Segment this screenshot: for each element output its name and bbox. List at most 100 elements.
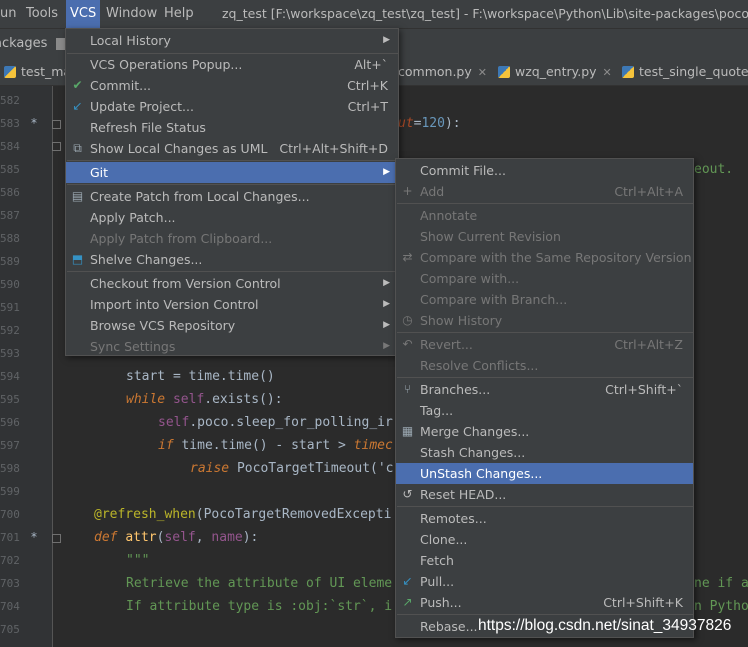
menu-item-import-vcs[interactable]: Import into Version Control ▶: [66, 294, 398, 315]
tab-label: wzq_entry.py: [515, 64, 597, 79]
menu-help[interactable]: Help: [160, 0, 198, 28]
menu-vcs[interactable]: VCS: [66, 0, 101, 28]
menu-item-shortcut: Ctrl+Alt+A: [614, 184, 683, 199]
menu-item-stash-changes[interactable]: Stash Changes...: [396, 442, 693, 463]
fold-icon[interactable]: [52, 120, 61, 129]
code-line-595[interactable]: while self.exists():: [126, 392, 283, 407]
menu-item-label: Refresh File Status: [90, 120, 206, 135]
code-token: .exists():: [204, 392, 283, 407]
fold-icon[interactable]: [52, 534, 61, 543]
code-line-598[interactable]: raise PocoTargetTimeout('c: [190, 461, 394, 476]
menu-separator: [397, 506, 694, 507]
code-line-585[interactable]: eout.: [694, 162, 733, 177]
code-token: self: [158, 415, 190, 430]
tab-wzq-entry[interactable]: wzq_entry.py ✕: [498, 58, 612, 86]
menu-item-refresh-file-status[interactable]: Refresh File Status: [66, 117, 398, 138]
menu-item-show-local-changes-uml[interactable]: ⧉ Show Local Changes as UML Ctrl+Alt+Shift…: [66, 138, 398, 159]
code-line-703[interactable]: Retrieve the attribute of UI eleme: [126, 576, 392, 591]
menu-item-merge-changes[interactable]: ▦ Merge Changes...: [396, 421, 693, 442]
menu-item-tag[interactable]: Tag...: [396, 400, 693, 421]
code-line-700[interactable]: @refresh_when(PocoTargetRemovedExcepti: [94, 507, 391, 522]
menu-tools[interactable]: Tools: [22, 0, 62, 28]
code-line-704-tail[interactable]: n Pytho: [694, 599, 748, 614]
menu-item-label: Browse VCS Repository: [90, 318, 236, 333]
code-token: ut: [398, 116, 414, 131]
code-line-594[interactable]: start = time.time(): [126, 369, 275, 384]
menu-item-shortcut: Ctrl+Shift+`: [605, 382, 683, 397]
code-line-704[interactable]: If attribute type is :obj:`str`, i: [126, 599, 392, 614]
tab-test-ma[interactable]: test_ma: [4, 58, 71, 86]
submenu-arrow-icon: ▶: [383, 35, 390, 45]
menu-item-label: Reset HEAD...: [420, 487, 507, 502]
menu-item-clone[interactable]: Clone...: [396, 529, 693, 550]
modified-marker: *: [31, 116, 37, 130]
submenu-arrow-icon: ▶: [383, 278, 390, 288]
menu-item-shelve-changes[interactable]: ⬒ Shelve Changes...: [66, 249, 398, 270]
menu-item-label: Stash Changes...: [420, 445, 526, 460]
code-token: ):: [242, 530, 259, 545]
line-number: 704: [0, 600, 20, 613]
tab-test-single-quote[interactable]: test_single_quote.p: [622, 58, 748, 86]
code-line-701[interactable]: def attr(self, name):: [94, 530, 258, 545]
menu-item-browse-vcs-repository[interactable]: Browse VCS Repository ▶: [66, 315, 398, 336]
menu-item-push[interactable]: ↗ Push... Ctrl+Shift+K: [396, 592, 693, 613]
menu-item-compare-with: Compare with...: [396, 268, 693, 289]
code-line-703-tail[interactable]: ne if a: [694, 576, 748, 591]
menu-item-label: Pull...: [420, 574, 455, 589]
menu-item-checkout[interactable]: Checkout from Version Control ▶: [66, 273, 398, 294]
tab-common-py[interactable]: common.py ✕: [398, 58, 487, 86]
menu-item-label: Local History: [90, 33, 171, 48]
menu-item-label: Shelve Changes...: [90, 252, 203, 267]
menu-item-commit[interactable]: ✔ Commit... Ctrl+K: [66, 75, 398, 96]
code-line-596[interactable]: self.poco.sleep_for_polling_ir: [158, 415, 393, 430]
menu-separator: [397, 203, 694, 204]
code-line-702[interactable]: """: [126, 553, 149, 568]
code-token: if: [158, 438, 182, 453]
line-number: 597: [0, 439, 20, 452]
update-arrow-icon: ↙: [72, 99, 83, 113]
menu-item-git[interactable]: Git ▶: [66, 162, 398, 183]
breadcrumb[interactable]: ackages: [0, 29, 47, 58]
menu-item-shortcut: Ctrl+T: [347, 99, 388, 114]
menu-item-show-history: ◷ Show History: [396, 310, 693, 331]
menu-item-fetch[interactable]: Fetch: [396, 550, 693, 571]
code-token: ):: [444, 116, 461, 131]
menu-item-unstash-changes[interactable]: UnStash Changes...: [396, 463, 693, 484]
menu-run[interactable]: un: [0, 0, 20, 28]
menu-item-local-history[interactable]: Local History ▶: [66, 30, 398, 51]
close-icon[interactable]: ✕: [478, 66, 487, 79]
menu-item-shortcut: Ctrl+K: [347, 78, 388, 93]
menu-item-apply-patch[interactable]: Apply Patch...: [66, 207, 398, 228]
code-token: time: [227, 369, 260, 384]
code-line-597[interactable]: if time.time() - start > timec: [158, 438, 393, 453]
line-number: 591: [0, 301, 20, 314]
line-number: 582: [0, 94, 20, 107]
menu-item-reset-head[interactable]: ↺ Reset HEAD...: [396, 484, 693, 505]
line-number: 700: [0, 508, 20, 521]
menu-item-vcs-operations-popup[interactable]: VCS Operations Popup... Alt+`: [66, 54, 398, 75]
fold-icon[interactable]: [52, 142, 61, 151]
menu-item-branches[interactable]: ⑂ Branches... Ctrl+Shift+`: [396, 379, 693, 400]
menu-item-commit-file[interactable]: Commit File...: [396, 160, 693, 181]
menu-item-compare-with-branch: Compare with Branch...: [396, 289, 693, 310]
menu-item-show-current-revision: Show Current Revision: [396, 226, 693, 247]
shelve-icon: ⬒: [71, 252, 84, 266]
menu-item-sync-settings: Sync Settings ▶: [66, 336, 398, 357]
submenu-arrow-icon: ▶: [383, 299, 390, 309]
close-icon[interactable]: ✕: [603, 66, 612, 79]
window-title: zq_test [F:\workspace\zq_test\zq_test] -…: [222, 6, 748, 21]
menu-item-label: UnStash Changes...: [420, 466, 543, 481]
code-line-583[interactable]: ut=120):: [398, 116, 461, 131]
menu-item-update-project[interactable]: ↙ Update Project... Ctrl+T: [66, 96, 398, 117]
menu-item-pull[interactable]: ↙ Pull...: [396, 571, 693, 592]
menu-item-create-patch[interactable]: ▤ Create Patch from Local Changes...: [66, 186, 398, 207]
code-token: .poco.: [189, 415, 237, 430]
menu-item-label: Sync Settings: [90, 339, 176, 354]
code-token: PocoTargetTimeout('c: [236, 461, 394, 476]
check-icon: ✔: [72, 78, 83, 92]
menu-item-label: Tag...: [420, 403, 454, 418]
menu-item-label: Resolve Conflicts...: [420, 358, 539, 373]
undo-icon: ↺: [402, 487, 413, 501]
menu-window[interactable]: Window: [102, 0, 161, 28]
menu-item-remotes[interactable]: Remotes...: [396, 508, 693, 529]
